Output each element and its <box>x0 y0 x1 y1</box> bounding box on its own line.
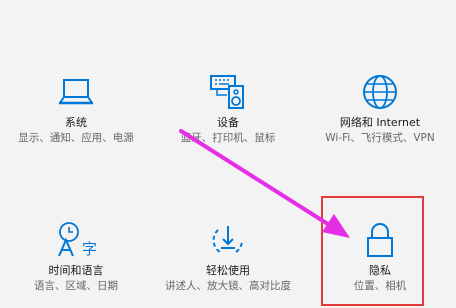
tile-description: 讲述人、放大镜、高对比度 <box>165 280 291 292</box>
tile-title: 轻松使用 <box>206 264 250 277</box>
tile-description: 显示、通知、应用、电源 <box>18 132 134 144</box>
tile-description: 语言、区域、日期 <box>34 280 118 292</box>
lock-icon <box>367 223 393 257</box>
ease-of-access-icon <box>212 226 243 253</box>
tile-privacy[interactable]: 隐私 位置、相机 <box>304 220 456 293</box>
globe-icon <box>363 75 397 109</box>
time-language-icon: 字 <box>58 222 97 258</box>
tile-system[interactable]: 系统 显示、通知、应用、电源 <box>0 72 152 145</box>
tile-description: Wi-Fi、飞行模式、VPN <box>325 132 435 144</box>
tile-title: 网络和 Internet <box>339 116 421 129</box>
tile-title: 系统 <box>65 116 87 129</box>
tile-title: 隐私 <box>369 264 391 277</box>
tile-time-language[interactable]: 字 时间和语言 语言、区域、日期 <box>0 220 152 293</box>
laptop-icon <box>59 79 93 105</box>
tile-devices[interactable]: 设备 蓝牙、打印机、鼠标 <box>152 72 304 145</box>
svg-text:字: 字 <box>82 240 97 258</box>
tile-title: 时间和语言 <box>48 264 104 277</box>
tile-title: 设备 <box>217 116 239 129</box>
tile-ease-of-access[interactable]: 轻松使用 讲述人、放大镜、高对比度 <box>152 220 304 293</box>
tile-network-internet[interactable]: 网络和 Internet Wi-Fi、飞行模式、VPN <box>304 72 456 145</box>
tile-description: 蓝牙、打印机、鼠标 <box>180 132 276 144</box>
tile-description: 位置、相机 <box>353 280 407 292</box>
devices-icon <box>210 75 244 109</box>
